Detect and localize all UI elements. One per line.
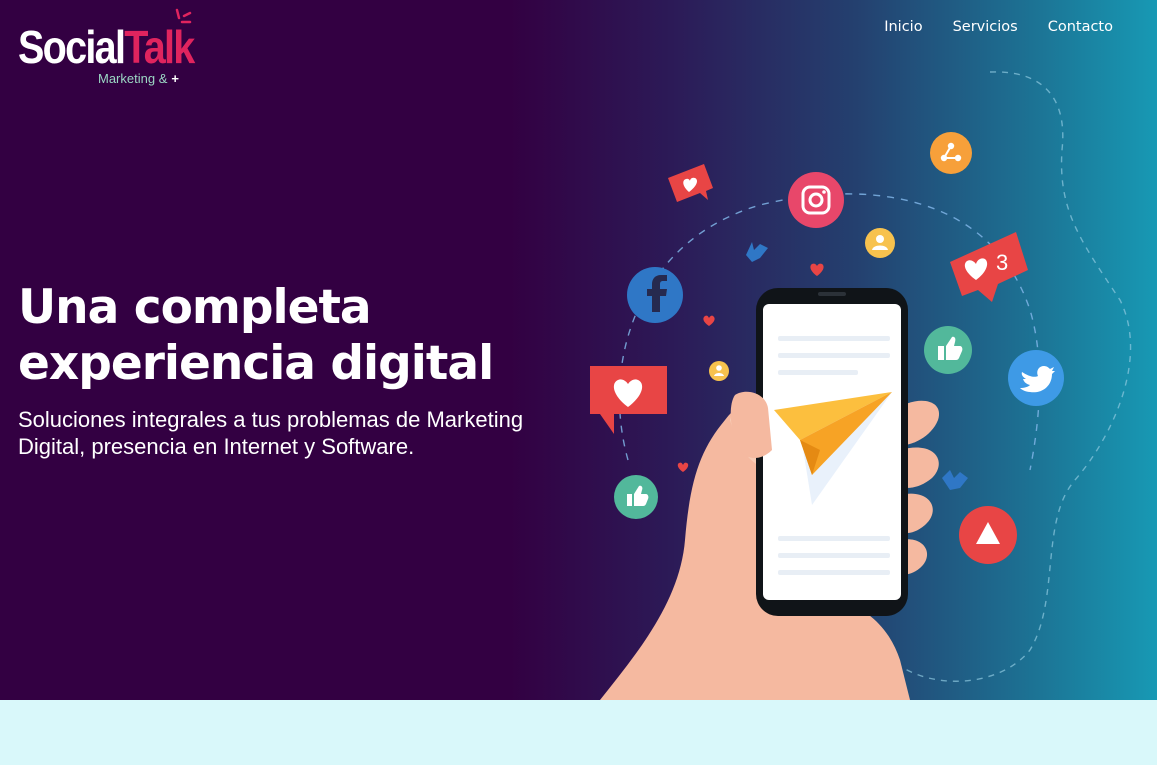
hero-title: Una completa experiencia digital [18,280,578,392]
hero-illustration: 3 [590,71,1132,700]
hero-title-line-1: Una completa [18,280,372,335]
logo-tagline-text: Marketing & [98,71,168,86]
logo-wordmark: SocialTalk [18,21,195,73]
instagram-icon [788,172,844,228]
nav-link-servicios[interactable]: Servicios [953,19,1018,35]
hero-section: SocialTalk Marketing & + Inicio Servicios… [0,0,1157,700]
like-left-icon [614,475,658,519]
nav-link-inicio[interactable]: Inicio [884,19,922,35]
thumb-blue-icon [746,242,768,262]
notification-count-text: 3 [996,250,1008,275]
twitter-icon [1008,350,1064,406]
logo-talk-text: Talk [124,21,195,73]
hero-subtitle: Soluciones integrales a tus problemas de… [18,406,578,460]
logo-tagline: Marketing & + [98,71,179,86]
main-nav: Inicio Servicios Contacto [884,19,1113,35]
hero-title-line-2: experiencia digital [18,336,494,391]
like-icon [924,326,972,374]
nav-link-contacto[interactable]: Contacto [1048,19,1113,35]
tiny-heart-icon [677,462,689,472]
hero-subtitle-line-1: Soluciones integrales a tus problemas de… [18,407,524,432]
tiny-heart-icon [810,263,824,276]
user-icon [865,228,895,258]
hero-subtitle-line-2: Digital, presencia en Internet y Softwar… [18,434,415,459]
thumb-blue-right-icon [942,470,968,490]
below-fold-section [0,700,1157,765]
user-small-icon [709,361,729,381]
heart-bubble-small-icon [668,164,713,202]
tiny-heart-icon [703,315,715,326]
share-icon [930,132,972,174]
logo-social-text: Social [18,21,126,73]
youtube-play-icon [959,506,1017,564]
logo-tagline-plus: + [171,71,179,86]
brand-logo[interactable]: SocialTalk Marketing & + [18,8,198,90]
facebook-icon [627,267,683,323]
heart-bubble-icon [590,366,667,434]
